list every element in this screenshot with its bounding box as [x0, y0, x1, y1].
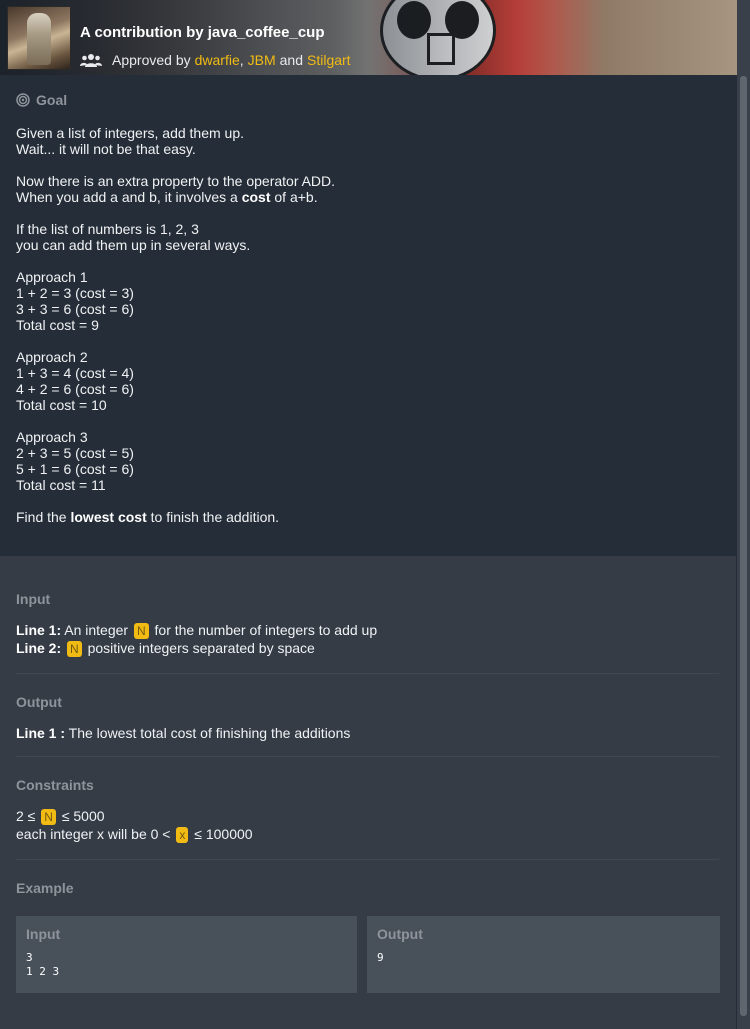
statement-line: 4 + 2 = 6 (cost = 6) — [16, 381, 134, 397]
header-banner: A contribution by java_coffee_cup Approv… — [0, 0, 737, 75]
approver-separator: , — [239, 52, 244, 68]
approver-link[interactable]: JBM — [248, 52, 276, 68]
input-line2-post: positive integers separated by space — [87, 640, 315, 656]
statement-line: 1 + 2 = 3 (cost = 3) — [16, 285, 134, 301]
approver-link[interactable]: Stilgart — [307, 52, 351, 68]
divider — [16, 756, 719, 757]
goal-panel: Goal Given a list of integers, add them … — [0, 75, 736, 555]
example-output-value: 9 — [377, 951, 384, 964]
variable-badge: N — [133, 623, 149, 639]
constraints-description: 2 ≤ N ≤ 5000 each integer x will be 0 < … — [16, 807, 253, 843]
example-input-value: 3 1 2 3 — [26, 951, 60, 978]
specification-panel: Input Line 1: An integer N for the numbe… — [0, 556, 736, 1029]
constraint1-pre: 2 ≤ — [16, 808, 36, 824]
input-heading: Input — [16, 591, 51, 607]
statement-line: Total cost = 11 — [16, 477, 106, 493]
statement-line: Total cost = 10 — [16, 397, 107, 413]
approved-line: Approved by dwarfie, JBM and Stilgart — [80, 52, 351, 68]
approver-link[interactable]: dwarfie — [195, 52, 240, 68]
output-heading: Output — [16, 694, 62, 710]
users-icon — [80, 54, 102, 67]
contribution-title: A contribution by java_coffee_cup — [80, 24, 325, 41]
statement-line: Approach 3 — [16, 429, 88, 445]
approved-prefix: Approved by — [112, 52, 191, 68]
statement-line: 2 + 3 = 5 (cost = 5) — [16, 445, 134, 461]
input-description: Line 1: An integer N for the number of i… — [16, 621, 377, 657]
statement-line: When you add a and b, it involves a cost… — [16, 189, 318, 205]
goal-heading-text: Goal — [36, 92, 68, 108]
statement-line: 5 + 1 = 6 (cost = 6) — [16, 461, 134, 477]
constraints-heading: Constraints — [16, 777, 94, 793]
input-line1-label: Line 1: — [16, 622, 62, 638]
goal-statement: Given a list of integers, add them up. Wa… — [16, 125, 335, 525]
example-input-label: Input — [26, 926, 61, 942]
input-line2-label: Line 2: — [16, 640, 62, 656]
divider — [16, 859, 719, 860]
statement-line: Approach 1 — [16, 269, 88, 285]
constraint2-pre: each integer x will be 0 < — [16, 826, 171, 842]
statement-line: 1 + 3 = 4 (cost = 4) — [16, 365, 134, 381]
scrollbar[interactable] — [737, 0, 750, 1029]
variable-badge: x — [176, 827, 189, 843]
statement-line: you can add them up in several ways. — [16, 237, 251, 253]
statement-line: 3 + 3 = 6 (cost = 6) — [16, 301, 134, 317]
statement-line: Approach 2 — [16, 349, 88, 365]
divider — [16, 673, 719, 674]
example-output-box: Output 9 — [367, 916, 720, 993]
example-input-box: Input 3 1 2 3 — [16, 916, 357, 993]
avatar[interactable] — [7, 6, 71, 70]
example-heading: Example — [16, 880, 74, 896]
target-icon — [16, 93, 30, 107]
variable-badge: N — [67, 641, 82, 657]
constraint1-post: ≤ 5000 — [61, 808, 105, 824]
statement-line: Given a list of integers, add them up. — [16, 125, 245, 141]
approver-separator: and — [279, 52, 303, 68]
statement-line: Wait... it will not be that easy. — [16, 141, 196, 157]
statement-line: Now there is an extra property to the op… — [16, 173, 336, 189]
output-line1-label: Line 1 : — [16, 725, 66, 741]
input-line1-pre: An integer — [64, 622, 129, 638]
statement-line: Find the lowest cost to finish the addit… — [16, 509, 280, 525]
scrollbar-thumb[interactable] — [740, 76, 747, 1016]
goal-heading: Goal — [16, 92, 67, 108]
statement-line: If the list of numbers is 1, 2, 3 — [16, 221, 199, 237]
input-line1-post: for the number of integers to add up — [154, 622, 378, 638]
output-description: Line 1 : The lowest total cost of finish… — [16, 724, 350, 742]
output-line1-text: The lowest total cost of finishing the a… — [68, 725, 351, 741]
statement-line: Total cost = 9 — [16, 317, 99, 333]
example-output-label: Output — [377, 926, 423, 942]
constraint2-post: ≤ 100000 — [194, 826, 253, 842]
variable-badge: N — [41, 809, 56, 825]
